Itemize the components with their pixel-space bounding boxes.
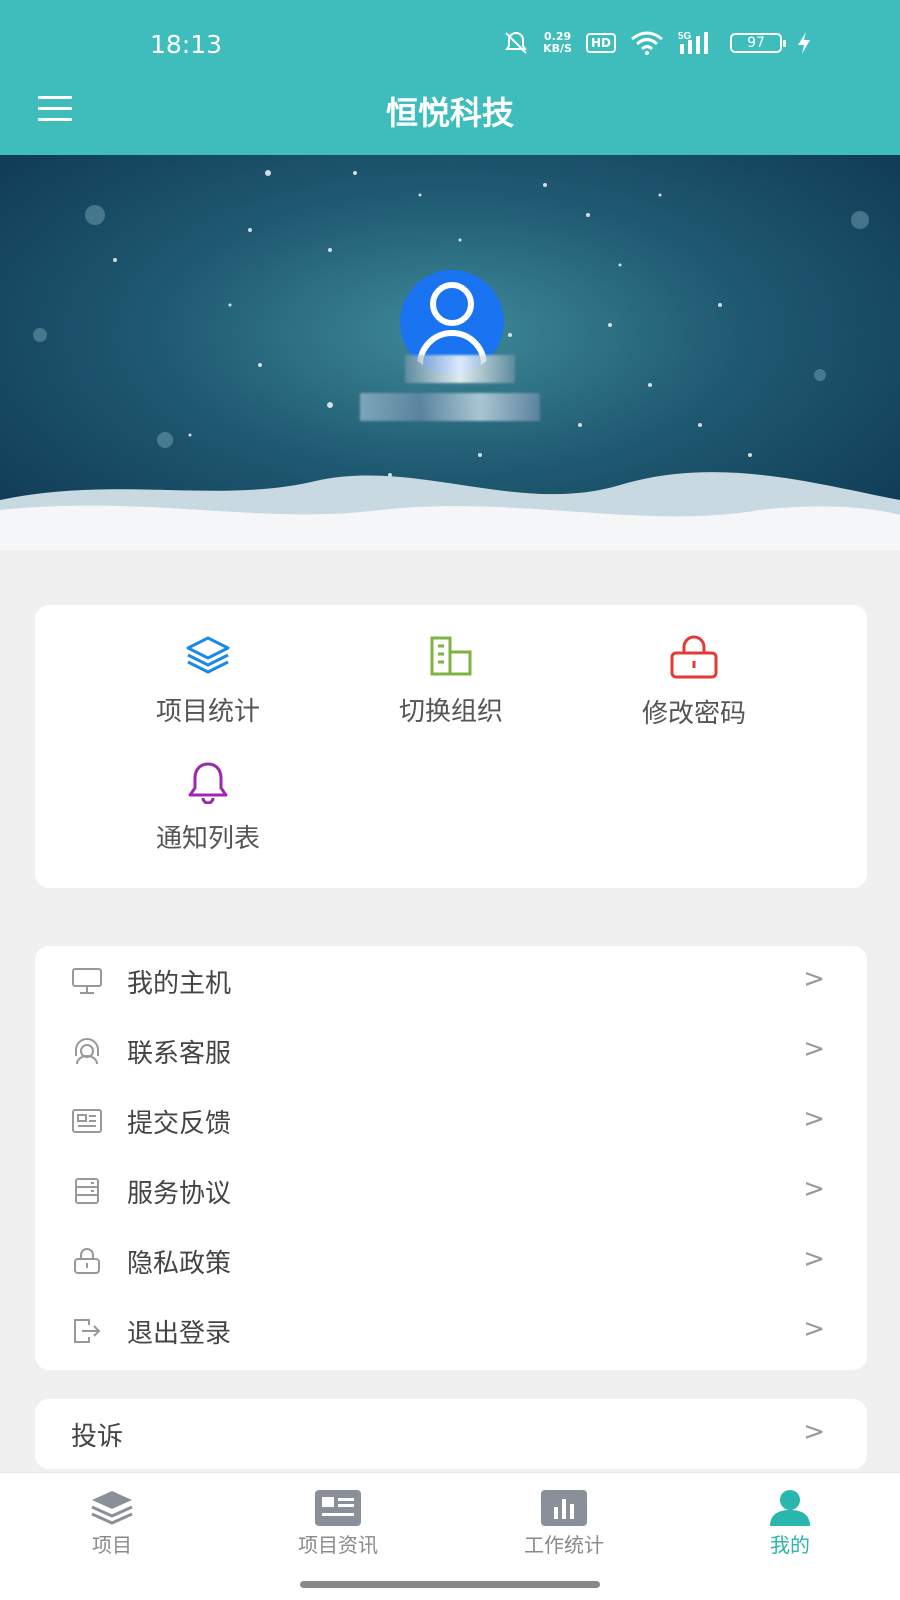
- user-info-blurred: [360, 393, 540, 421]
- tab-label: 我的: [770, 1533, 810, 1557]
- hd-badge: HD: [585, 33, 616, 53]
- tab-label: 项目: [92, 1533, 132, 1557]
- logout-icon: [74, 1319, 101, 1343]
- username-blurred: [405, 355, 515, 383]
- chevron-right-icon: >: [803, 1174, 825, 1204]
- chevron-right-icon: >: [803, 1104, 825, 1134]
- quick-action-project-stats[interactable]: 项目统计: [98, 635, 318, 728]
- quick-action-label: 项目统计: [155, 697, 260, 727]
- lock-icon: [74, 1248, 100, 1274]
- quick-action-label: 通知列表: [155, 824, 260, 854]
- list-item-service-agreement[interactable]: 服务协议 >: [35, 1156, 867, 1226]
- page-title: 恒悦科技: [385, 94, 514, 132]
- status-time: 18:13: [150, 30, 223, 59]
- chevron-right-icon: >: [803, 964, 825, 994]
- chevron-right-icon: >: [803, 1244, 825, 1274]
- quick-actions-card: 项目统计 切换组织 修改密码 通知列表: [35, 605, 867, 888]
- profile-banner: [0, 155, 900, 550]
- home-indicator[interactable]: [300, 1581, 600, 1588]
- id-card-icon: [72, 1109, 102, 1133]
- charging-icon: [798, 32, 810, 54]
- quick-action-notifications[interactable]: 通知列表: [98, 760, 318, 855]
- news-icon: [315, 1490, 361, 1526]
- chevron-right-icon: >: [803, 1314, 825, 1344]
- chevron-right-icon: >: [803, 1417, 825, 1447]
- quick-action-switch-org[interactable]: 切换组织: [341, 635, 561, 728]
- tab-project-news[interactable]: 项目资讯: [258, 1489, 418, 1558]
- list-item-my-host[interactable]: 我的主机 >: [35, 946, 867, 1016]
- user-icon: [430, 282, 474, 326]
- user-icon: [770, 1490, 810, 1526]
- quick-action-change-password[interactable]: 修改密码: [584, 635, 804, 730]
- list-item-label: 提交反馈: [127, 1109, 232, 1139]
- list-item-label: 隐私政策: [127, 1249, 232, 1279]
- building-icon: [430, 636, 472, 676]
- tab-projects[interactable]: 项目: [32, 1489, 192, 1558]
- headset-icon: [75, 1038, 99, 1065]
- list-item-label: 退出登录: [127, 1319, 232, 1349]
- signal-icon: 5G: [678, 31, 708, 54]
- bell-icon: [188, 762, 228, 804]
- battery-indicator: 97: [730, 33, 786, 53]
- wifi-icon: [631, 31, 663, 55]
- status-icons: 0.29 KB/S HD 5G 97: [503, 30, 812, 56]
- document-icon: [75, 1178, 99, 1204]
- monitor-icon: [72, 968, 102, 994]
- complaint-label: 投诉: [71, 1422, 124, 1452]
- settings-list-card: 我的主机 > 联系客服 > 提交反馈 > 服务协议 > 隐私政策 > 退出登录 …: [35, 946, 867, 1370]
- list-item-feedback[interactable]: 提交反馈 >: [35, 1086, 867, 1156]
- complaint-row[interactable]: 投诉 >: [35, 1399, 867, 1469]
- list-item-contact-support[interactable]: 联系客服 >: [35, 1016, 867, 1086]
- top-header: 18:13 0.29 KB/S HD 5G 97 恒悦科技: [0, 0, 900, 155]
- list-item-privacy-policy[interactable]: 隐私政策 >: [35, 1226, 867, 1296]
- list-item-label: 联系客服: [127, 1039, 232, 1069]
- tab-work-stats[interactable]: 工作统计: [484, 1489, 644, 1558]
- network-speed: 0.29 KB/S: [543, 30, 572, 55]
- layers-icon: [91, 1491, 133, 1525]
- list-item-logout[interactable]: 退出登录 >: [35, 1296, 867, 1366]
- list-item-label: 我的主机: [127, 969, 232, 999]
- chevron-right-icon: >: [803, 1034, 825, 1064]
- quick-action-label: 切换组织: [398, 697, 503, 727]
- quick-action-label: 修改密码: [641, 699, 746, 729]
- tab-mine[interactable]: 我的: [710, 1489, 870, 1558]
- mute-bell-icon: [505, 31, 527, 54]
- tab-label: 工作统计: [524, 1533, 604, 1557]
- layers-icon: [186, 636, 230, 674]
- tab-label: 项目资讯: [298, 1533, 378, 1557]
- lock-icon: [670, 635, 718, 679]
- list-item-label: 服务协议: [127, 1179, 232, 1209]
- bar-chart-icon: [541, 1490, 587, 1526]
